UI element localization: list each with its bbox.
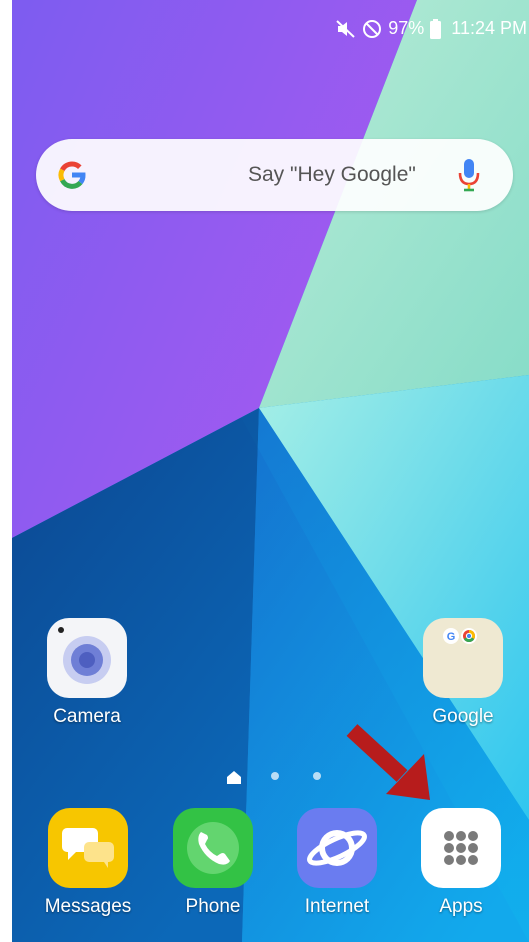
home-screen: 97% 11:24 PM Say "Hey Google" Camera G G… bbox=[0, 0, 529, 942]
app-label: Camera bbox=[53, 706, 121, 727]
app-label: Apps bbox=[439, 896, 483, 917]
messages-icon bbox=[48, 808, 128, 888]
apps-grid-icon bbox=[421, 808, 501, 888]
app-google-folder[interactable]: G Google bbox=[413, 618, 513, 728]
page-indicator bbox=[224, 768, 324, 788]
search-hint: Say "Hey Google" bbox=[248, 163, 416, 186]
google-folder-icon: G bbox=[423, 618, 503, 698]
status-icons: 97% 11:24 PM bbox=[336, 18, 527, 39]
svg-text:G: G bbox=[447, 631, 456, 643]
battery-icon bbox=[430, 18, 442, 39]
status-bar: 97% 11:24 PM bbox=[12, 0, 529, 44]
internet-icon bbox=[297, 808, 377, 888]
camera-icon bbox=[47, 618, 127, 698]
app-label: Internet bbox=[304, 896, 370, 917]
app-camera[interactable]: Camera bbox=[37, 618, 137, 728]
page-dot bbox=[271, 772, 279, 780]
battery-percent: 97% bbox=[388, 18, 425, 38]
dock-app-messages[interactable]: Messages bbox=[38, 808, 138, 918]
dock-app-phone[interactable]: Phone bbox=[163, 808, 263, 918]
app-label: Phone bbox=[185, 896, 241, 917]
dock-app-internet[interactable]: Internet bbox=[287, 808, 387, 918]
annotation-arrow-icon bbox=[346, 724, 430, 800]
app-label: Messages bbox=[44, 896, 132, 917]
phone-icon bbox=[173, 808, 253, 888]
google-search-bar[interactable]: Say "Hey Google" bbox=[36, 139, 513, 211]
dock-app-apps[interactable]: Apps bbox=[411, 808, 511, 918]
do-not-disturb-icon bbox=[362, 19, 382, 39]
clock: 11:24 PM bbox=[451, 18, 527, 38]
home-page-icon bbox=[227, 771, 241, 784]
page-dot bbox=[313, 772, 321, 780]
google-g-icon bbox=[58, 161, 86, 189]
microphone-icon[interactable] bbox=[455, 157, 483, 193]
mute-icon bbox=[336, 19, 356, 38]
